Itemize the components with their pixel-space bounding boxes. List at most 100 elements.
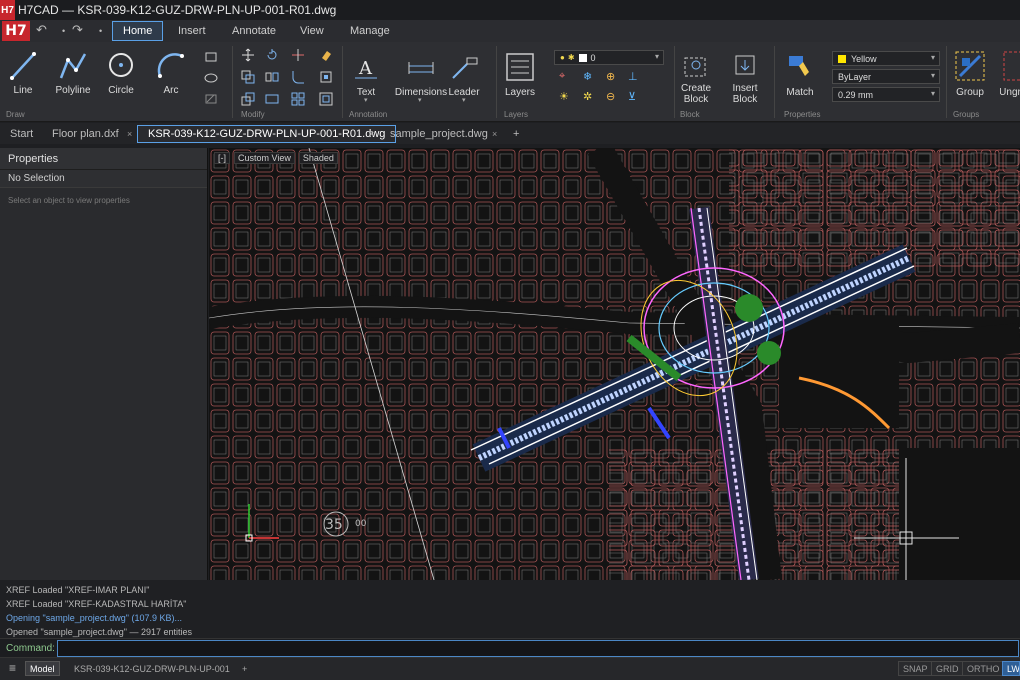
groups-group-label: Groups: [953, 110, 980, 119]
trim-icon[interactable]: [291, 48, 305, 62]
doc-tab-floor-plan[interactable]: Floor plan.dxf: [42, 125, 129, 143]
layer-off-icon[interactable]: ⌖: [559, 70, 565, 83]
lineweight-toggle[interactable]: LWT: [1002, 661, 1020, 676]
scale-icon[interactable]: [241, 92, 255, 106]
ungroup-label: Ungr: [1000, 87, 1020, 98]
erase-icon[interactable]: [319, 48, 333, 62]
history-line: XREF Loaded "XREF-IMAR PLANI": [6, 585, 150, 595]
tab-view[interactable]: View: [290, 21, 334, 41]
cad-drawing-canvas[interactable]: 35 00: [209, 148, 1020, 580]
layer-unlock-icon[interactable]: ⊖: [606, 90, 615, 103]
match-properties-button[interactable]: Match: [784, 52, 816, 98]
command-input[interactable]: [57, 640, 1019, 657]
arc-label: Arc: [163, 85, 179, 96]
viewport-controls: [-] Custom View Shaded: [214, 152, 338, 164]
qa-dropdown-icon[interactable]: •: [99, 26, 102, 36]
create-block-button[interactable]: Create Block: [680, 52, 712, 105]
close-icon[interactable]: ×: [369, 129, 374, 139]
layer-dropdown[interactable]: ● ✱ 0 ▾: [554, 50, 664, 65]
tab-home[interactable]: Home: [112, 21, 164, 41]
view-selector[interactable]: Custom View: [234, 152, 295, 164]
polyline-icon: [59, 53, 87, 79]
insert-block-label-1: Insert: [732, 83, 758, 94]
dimensions-icon: [408, 62, 434, 74]
properties-header: Properties: [0, 148, 207, 170]
doc-tab-sample-project[interactable]: sample_project.dwg: [380, 125, 498, 143]
hatch-icon[interactable]: [204, 92, 218, 106]
application-menu-button[interactable]: H7: [2, 21, 30, 41]
circle-button[interactable]: Circle: [106, 50, 136, 96]
lineweight-dropdown[interactable]: 0.29 mm ▾: [832, 87, 940, 102]
menu-icon[interactable]: ≡: [9, 661, 16, 675]
model-tab[interactable]: Model: [25, 661, 60, 676]
layer-freeze-icon[interactable]: ❄: [583, 70, 592, 83]
svg-text:A: A: [358, 58, 373, 79]
group-button[interactable]: Group: [953, 50, 987, 98]
insert-block-button[interactable]: Insert Block: [729, 52, 761, 105]
arc-button[interactable]: Arc: [156, 50, 186, 96]
leader-button[interactable]: Leader: [448, 54, 480, 98]
grid-toggle[interactable]: GRID: [931, 661, 964, 676]
history-line: Opened "sample_project.dwg" — 2917 entit…: [6, 627, 192, 637]
snap-toggle[interactable]: SNAP: [898, 661, 933, 676]
layer-lock-icon[interactable]: ⊕: [606, 70, 615, 83]
close-icon[interactable]: ×: [127, 129, 132, 139]
color-dropdown[interactable]: Yellow ▾: [832, 51, 940, 66]
text-icon: A: [355, 58, 377, 79]
tab-manage[interactable]: Manage: [340, 21, 400, 41]
dimensions-dropdown-icon[interactable]: ▾: [418, 96, 422, 104]
move-icon[interactable]: [241, 48, 255, 62]
polyline-button[interactable]: Polyline: [55, 50, 91, 96]
drawing-viewport[interactable]: 35 00: [209, 148, 1020, 580]
layer-previous-icon[interactable]: ⊻: [628, 90, 636, 103]
doc-tab-active-drawing[interactable]: KSR-039-K12-GUZ-DRW-PLN-UP-001-R01.dwg: [137, 125, 397, 143]
ungroup-button[interactable]: Ungr: [1000, 50, 1020, 98]
mirror-icon[interactable]: [265, 70, 279, 84]
fillet-icon[interactable]: [291, 70, 305, 84]
history-line: XREF Loaded "XREF-KADASTRAL HARİTA": [6, 599, 187, 609]
add-layout-button[interactable]: +: [238, 661, 251, 676]
ortho-toggle[interactable]: ORTHO: [962, 661, 1005, 676]
visual-style-selector[interactable]: Shaded: [298, 152, 338, 164]
layer-on-toggle-icon[interactable]: ☀: [559, 90, 569, 103]
layer-on-icon: ●: [560, 53, 565, 62]
copy-icon[interactable]: [241, 70, 255, 84]
text-button[interactable]: A Text: [351, 54, 381, 98]
text-dropdown-icon[interactable]: ▾: [364, 96, 368, 104]
explode-icon[interactable]: [319, 70, 333, 84]
layer-thaw-icon[interactable]: ✲: [583, 90, 592, 103]
selection-status[interactable]: No Selection: [0, 170, 207, 188]
redo-icon[interactable]: ↷: [72, 22, 83, 38]
tab-annotate[interactable]: Annotate: [222, 21, 286, 41]
line-button[interactable]: Line: [8, 50, 38, 96]
linetype-value: ByLayer: [838, 71, 872, 82]
drawing-label-00: 00: [355, 519, 367, 529]
divider: [232, 46, 233, 118]
linetype-dropdown[interactable]: ByLayer ▾: [832, 69, 940, 84]
viewport-menu-button[interactable]: [-]: [214, 152, 230, 164]
group-icon: [955, 51, 985, 81]
leader-dropdown-icon[interactable]: ▾: [462, 96, 466, 104]
new-tab-button[interactable]: +: [503, 125, 529, 143]
offset-icon[interactable]: [319, 92, 333, 106]
line-icon: [10, 52, 36, 80]
dimensions-button[interactable]: Dimensions: [395, 54, 447, 98]
layer-match-icon[interactable]: ⊥: [628, 70, 638, 83]
undo-dropdown-icon[interactable]: •: [62, 26, 65, 36]
layers-button[interactable]: Layers: [504, 52, 536, 98]
rectangle-icon[interactable]: [204, 50, 218, 64]
app-logo: H7: [0, 0, 15, 20]
ungroup-icon: [1003, 51, 1020, 81]
ellipse-icon[interactable]: [204, 71, 218, 85]
tab-insert[interactable]: Insert: [168, 21, 216, 41]
stretch-icon[interactable]: [265, 92, 279, 106]
layout-tab[interactable]: KSR-039-K12-GUZ-DRW-PLN-UP-001: [70, 661, 234, 676]
array-icon[interactable]: [291, 92, 305, 106]
undo-icon[interactable]: ↶: [36, 22, 47, 38]
rotate-icon[interactable]: [265, 48, 279, 62]
divider: [774, 46, 775, 118]
doc-tab-start[interactable]: Start: [0, 125, 43, 143]
properties-panel: Properties No Selection Select an object…: [0, 148, 208, 580]
circle-label: Circle: [108, 85, 134, 96]
close-icon[interactable]: ×: [492, 129, 497, 139]
